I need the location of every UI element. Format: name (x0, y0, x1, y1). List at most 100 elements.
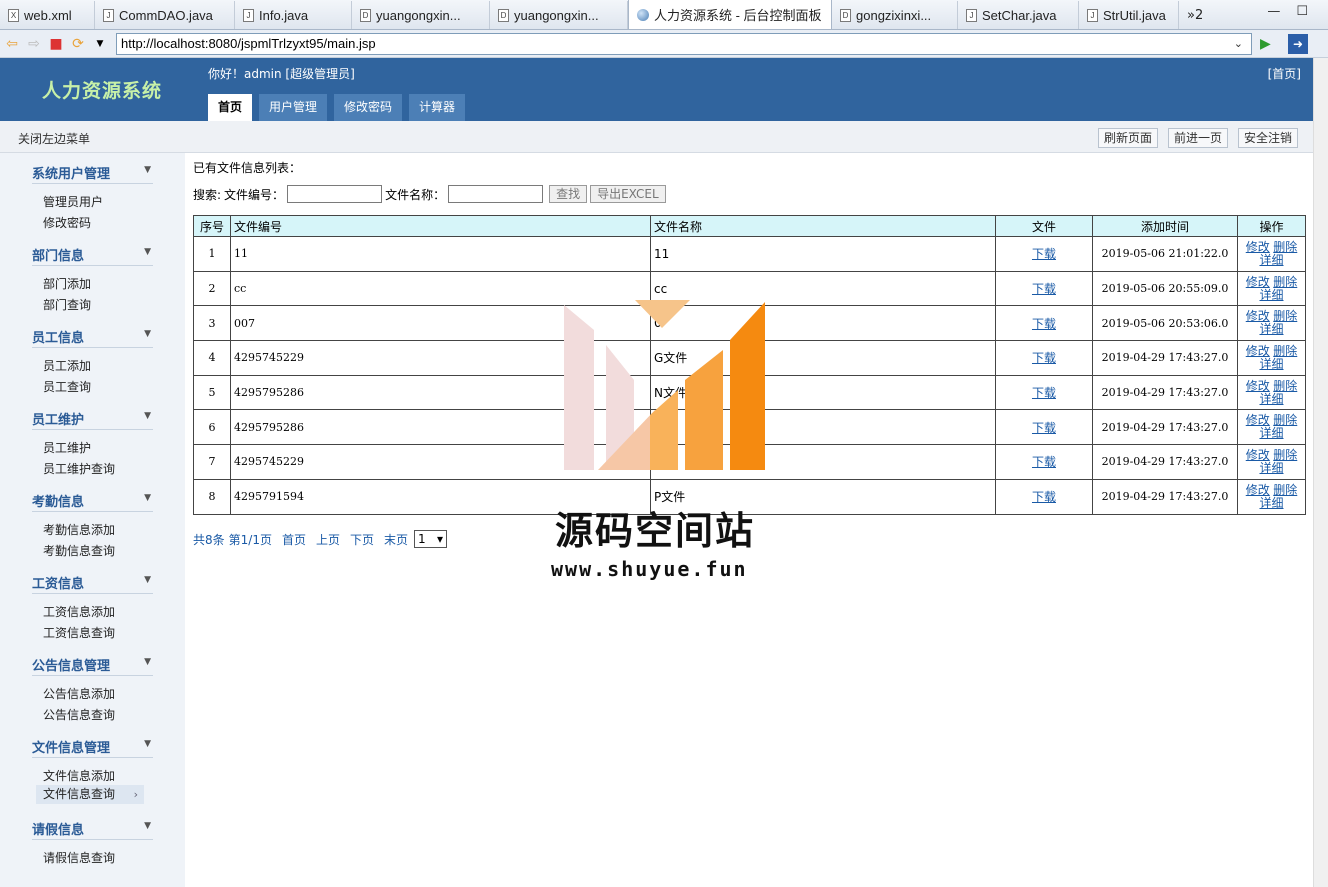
delete-link[interactable]: 删除 (1273, 240, 1297, 254)
file-icon: X (8, 8, 19, 22)
sidebar-item[interactable]: 考勤信息查询 (43, 542, 115, 559)
editor-tab[interactable]: J StrUtil.java (1079, 1, 1179, 29)
home-link[interactable]: [首页] (1268, 65, 1301, 82)
sidebar-group-title[interactable]: 考勤信息 ▼ (32, 491, 153, 512)
editor-tab[interactable]: Dyuangongxin... (352, 1, 490, 29)
sidebar-item[interactable]: 工资信息查询 (43, 624, 115, 641)
vertical-scrollbar[interactable] (1313, 58, 1328, 887)
editor-tab[interactable]: 人力资源系统 - 后台控制面板✕ (628, 0, 832, 29)
forward-page-button[interactable]: 前进一页 (1167, 128, 1228, 148)
download-link[interactable]: 下载 (1032, 351, 1056, 365)
external-browser-icon[interactable]: ➜ (1288, 34, 1308, 54)
file-code-input[interactable] (287, 185, 383, 203)
sidebar-group-title[interactable]: 请假信息 ▼ (32, 819, 153, 840)
file-name-input[interactable] (448, 185, 544, 203)
minimize-icon[interactable]: — (1267, 4, 1280, 19)
back-icon[interactable]: ⇦ (4, 36, 20, 52)
edit-link[interactable]: 修改 (1246, 240, 1270, 254)
first-page-link[interactable]: 首页 (282, 531, 306, 548)
sidebar-group-title[interactable]: 工资信息 ▼ (32, 573, 153, 594)
editor-tab[interactable]: J SetChar.java (958, 1, 1079, 29)
editor-tab[interactable]: J CommDAO.java (95, 1, 235, 29)
detail-link[interactable]: 详细 (1259, 392, 1283, 406)
sidebar-item[interactable]: 公告信息添加 (43, 685, 115, 702)
detail-link[interactable]: 详细 (1259, 426, 1283, 440)
close-left-menu-link[interactable]: 关闭左边菜单 (18, 130, 90, 147)
sidebar-item[interactable]: 工资信息添加 (43, 603, 115, 620)
sidebar-item[interactable]: 员工维护查询 (43, 460, 115, 477)
export-excel-button[interactable]: 导出EXCEL (590, 185, 666, 203)
refresh-page-button[interactable]: 刷新页面 (1097, 128, 1158, 148)
delete-link[interactable]: 删除 (1273, 448, 1297, 462)
stop-icon[interactable]: ■ (48, 36, 64, 52)
delete-link[interactable]: 删除 (1273, 379, 1297, 393)
go-icon[interactable]: ▶ (1260, 36, 1271, 52)
download-link[interactable]: 下载 (1032, 386, 1056, 400)
dropdown-icon[interactable]: ▼ (92, 39, 108, 49)
detail-link[interactable]: 详细 (1259, 288, 1283, 302)
edit-link[interactable]: 修改 (1246, 275, 1270, 289)
chevron-down-icon: ▼ (144, 575, 151, 585)
search-bar: 搜索: 文件编号： 文件名称： 查找 导出EXCEL (193, 185, 666, 203)
tab-calculator[interactable]: 计算器 (409, 94, 466, 121)
next-page-link[interactable]: 下页 (350, 531, 374, 548)
sidebar-item[interactable]: 管理员用户 (43, 193, 103, 210)
detail-link[interactable]: 详细 (1259, 322, 1283, 336)
detail-link[interactable]: 详细 (1259, 253, 1283, 267)
maximize-icon[interactable]: ☐ (1296, 4, 1308, 19)
sidebar-group-title[interactable]: 系统用户管理 ▼ (32, 163, 153, 184)
sidebar-group-title[interactable]: 员工维护 ▼ (32, 409, 153, 430)
edit-link[interactable]: 修改 (1246, 344, 1270, 358)
edit-link[interactable]: 修改 (1246, 448, 1270, 462)
sidebar-item[interactable]: 部门查询 (43, 296, 91, 313)
download-link[interactable]: 下载 (1032, 317, 1056, 331)
detail-link[interactable]: 详细 (1259, 496, 1283, 510)
editor-tab[interactable]: J Info.java (235, 1, 352, 29)
download-link[interactable]: 下载 (1032, 282, 1056, 296)
prev-page-link[interactable]: 上页 (316, 531, 340, 548)
forward-icon[interactable]: ⇨ (26, 36, 42, 52)
sidebar-item[interactable]: 修改密码 (43, 214, 91, 231)
sidebar-item[interactable]: 部门添加 (43, 275, 91, 292)
logout-button[interactable]: 安全注销 (1237, 128, 1298, 148)
sidebar-group-title[interactable]: 部门信息 ▼ (32, 245, 153, 266)
sidebar-item-label: 工资信息添加 (43, 605, 116, 619)
more-tabs-button[interactable]: »2 (1179, 1, 1211, 29)
download-link[interactable]: 下载 (1032, 490, 1056, 504)
delete-link[interactable]: 删除 (1273, 344, 1297, 358)
sidebar-group-title[interactable]: 公告信息管理 ▼ (32, 655, 153, 676)
refresh-icon[interactable]: ⟳ (70, 36, 86, 52)
editor-tab[interactable]: Xweb.xml (0, 1, 95, 29)
sidebar-item[interactable]: 文件信息添加 (43, 767, 115, 784)
sidebar-group-title[interactable]: 员工信息 ▼ (32, 327, 153, 348)
tab-user-management[interactable]: 用户管理 (259, 94, 328, 121)
file-code-label: 文件编号： (224, 187, 285, 202)
detail-link[interactable]: 详细 (1259, 357, 1283, 371)
page-select[interactable]: 1 (414, 530, 448, 548)
sidebar-item[interactable]: 文件信息查询 › (36, 785, 144, 804)
delete-link[interactable]: 删除 (1273, 483, 1297, 497)
edit-link[interactable]: 修改 (1246, 379, 1270, 393)
last-page-link[interactable]: 末页 (384, 531, 408, 548)
sidebar-group-title[interactable]: 文件信息管理 ▼ (32, 737, 153, 758)
search-button[interactable]: 查找 (549, 185, 588, 203)
tab-home[interactable]: 首页 (208, 94, 253, 121)
url-dropdown-icon[interactable]: ⌄ (1234, 34, 1243, 54)
sidebar-item[interactable]: 员工添加 (43, 357, 91, 374)
edit-link[interactable]: 修改 (1246, 483, 1270, 497)
download-link[interactable]: 下载 (1032, 455, 1056, 469)
download-link[interactable]: 下载 (1032, 421, 1056, 435)
download-link[interactable]: 下载 (1032, 247, 1056, 261)
editor-tab[interactable]: Dyuangongxin... (490, 1, 628, 29)
delete-link[interactable]: 删除 (1273, 275, 1297, 289)
sidebar-item[interactable]: 员工维护 (43, 439, 91, 456)
url-input[interactable]: http://localhost:8080/jspmlTrlzyxt95/mai… (116, 33, 1252, 55)
sidebar-item[interactable]: 考勤信息添加 (43, 521, 115, 538)
sidebar-item[interactable]: 请假信息查询 (43, 849, 115, 866)
sidebar-item[interactable]: 员工查询 (43, 378, 91, 395)
detail-link[interactable]: 详细 (1259, 461, 1283, 475)
editor-tab[interactable]: Dgongzixinxi... (832, 1, 958, 29)
sidebar-item[interactable]: 公告信息查询 (43, 706, 115, 723)
watermark-title: 源码空间站 (555, 509, 756, 553)
tab-change-password[interactable]: 修改密码 (334, 94, 403, 121)
